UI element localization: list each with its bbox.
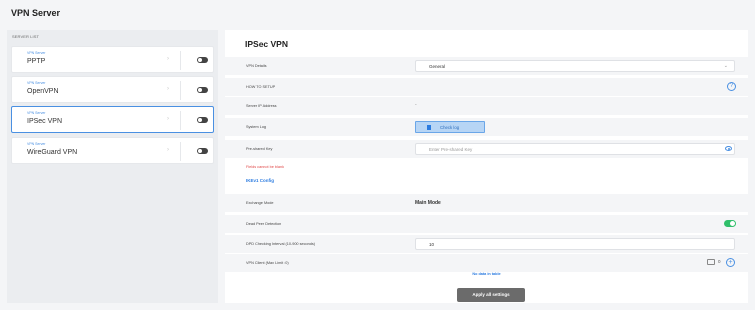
vpn-details-select[interactable]: General ⌄ bbox=[415, 60, 735, 72]
vpn-detail-panel: IPSec VPN VPN Details General ⌄ HOW TO S… bbox=[225, 30, 748, 303]
server-ip-value: - bbox=[415, 102, 417, 108]
server-ip-row: Server IP Address - bbox=[225, 97, 748, 115]
check-log-label: Check log bbox=[440, 125, 460, 130]
device-icon bbox=[707, 259, 715, 265]
panel-title: IPSec VPN bbox=[245, 39, 288, 49]
page-title: VPN Server bbox=[11, 8, 61, 18]
exchange-mode-label: Exchange Mode bbox=[246, 201, 274, 205]
server-list-label: SERVER LIST bbox=[12, 34, 40, 39]
card-divider bbox=[180, 142, 181, 161]
apply-settings-button[interactable]: Apply all settings bbox=[457, 288, 525, 302]
preshared-key-label: Pre-shared Key bbox=[246, 147, 273, 151]
card-divider bbox=[180, 111, 181, 130]
vpn-details-row: VPN Details General ⌄ bbox=[225, 57, 748, 75]
dpd-interval-row: DPD Checking Interval (10-900 seconds) 1… bbox=[225, 235, 748, 253]
server-ip-label: Server IP Address bbox=[246, 104, 277, 108]
server-card-subtitle: VPN Server bbox=[27, 142, 46, 146]
chevron-right-icon: › bbox=[167, 56, 169, 62]
server-card-name: PPTP bbox=[27, 58, 46, 65]
top-bar: VPN Server bbox=[0, 0, 755, 26]
server-card-openvpn[interactable]: VPN Server OpenVPN › bbox=[11, 76, 214, 103]
enable-toggle[interactable] bbox=[197, 117, 208, 123]
dpd-interval-input[interactable]: 10 bbox=[415, 238, 735, 250]
check-log-button[interactable]: Check log bbox=[415, 121, 485, 133]
exchange-mode-value: Main Mode bbox=[415, 200, 441, 206]
eye-icon[interactable] bbox=[725, 146, 732, 151]
chevron-down-icon: ⌄ bbox=[723, 63, 728, 69]
enable-toggle[interactable] bbox=[197, 87, 208, 93]
preshared-key-row: Pre-shared Key Enter Pre-shared Key bbox=[225, 140, 748, 158]
server-card-name: WireGuard VPN bbox=[27, 149, 78, 156]
server-card-pptp[interactable]: VPN Server PPTP › bbox=[11, 46, 214, 73]
card-divider bbox=[180, 51, 181, 70]
server-list-panel: SERVER LIST VPN Server PPTP › VPN Server… bbox=[7, 30, 218, 303]
server-card-subtitle: VPN Server bbox=[27, 111, 46, 115]
exchange-mode-row: Exchange Mode Main Mode bbox=[225, 194, 748, 212]
dead-peer-label: Dead Peer Detection bbox=[246, 222, 282, 226]
error-message: Fields cannot be blank bbox=[246, 165, 284, 169]
server-card-name: IPSec VPN bbox=[27, 118, 63, 125]
chevron-right-icon: › bbox=[167, 86, 169, 92]
server-card-name: OpenVPN bbox=[27, 88, 59, 95]
chevron-right-icon: › bbox=[167, 147, 169, 153]
vpn-details-value: General bbox=[429, 64, 446, 69]
dead-peer-row: Dead Peer Detection bbox=[225, 215, 748, 233]
system-log-row: System Log Check log bbox=[225, 118, 748, 136]
add-icon[interactable]: + bbox=[726, 258, 735, 267]
server-card-subtitle: VPN Server bbox=[27, 51, 46, 55]
toggle-knob bbox=[198, 88, 202, 92]
dead-peer-toggle[interactable] bbox=[724, 220, 736, 227]
vpn-details-label: VPN Details bbox=[246, 64, 267, 68]
preshared-key-input[interactable]: Enter Pre-shared Key bbox=[415, 143, 735, 155]
toggle-knob bbox=[198, 149, 202, 153]
vpn-client-count: 0 bbox=[718, 259, 721, 264]
no-data-message: No data in table bbox=[472, 272, 501, 276]
enable-toggle[interactable] bbox=[197, 148, 208, 154]
server-card-subtitle: VPN Server bbox=[27, 81, 46, 85]
toggle-knob bbox=[730, 221, 735, 226]
how-to-setup-row: HOW TO SETUP ? bbox=[225, 78, 748, 96]
toggle-knob bbox=[198, 118, 202, 122]
system-log-label: System Log bbox=[246, 125, 267, 129]
toggle-knob bbox=[198, 58, 202, 62]
vpn-client-row: VPN Client (Max Limit :0) 0 + bbox=[225, 254, 748, 272]
how-to-setup-label: HOW TO SETUP bbox=[246, 85, 276, 89]
dpd-interval-label: DPD Checking Interval (10-900 seconds) bbox=[246, 242, 316, 246]
enable-toggle[interactable] bbox=[197, 57, 208, 63]
vpn-client-label: VPN Client (Max Limit :0) bbox=[246, 261, 289, 265]
card-divider bbox=[180, 81, 181, 100]
server-card-ipsec[interactable]: VPN Server IPSec VPN › bbox=[11, 106, 214, 133]
server-card-wireguard[interactable]: VPN Server WireGuard VPN › bbox=[11, 137, 214, 164]
help-icon[interactable]: ? bbox=[727, 82, 736, 91]
chevron-right-icon: › bbox=[167, 116, 169, 122]
document-icon bbox=[427, 125, 431, 130]
ikev1-config-link[interactable]: IKEv1 Config bbox=[246, 178, 274, 183]
